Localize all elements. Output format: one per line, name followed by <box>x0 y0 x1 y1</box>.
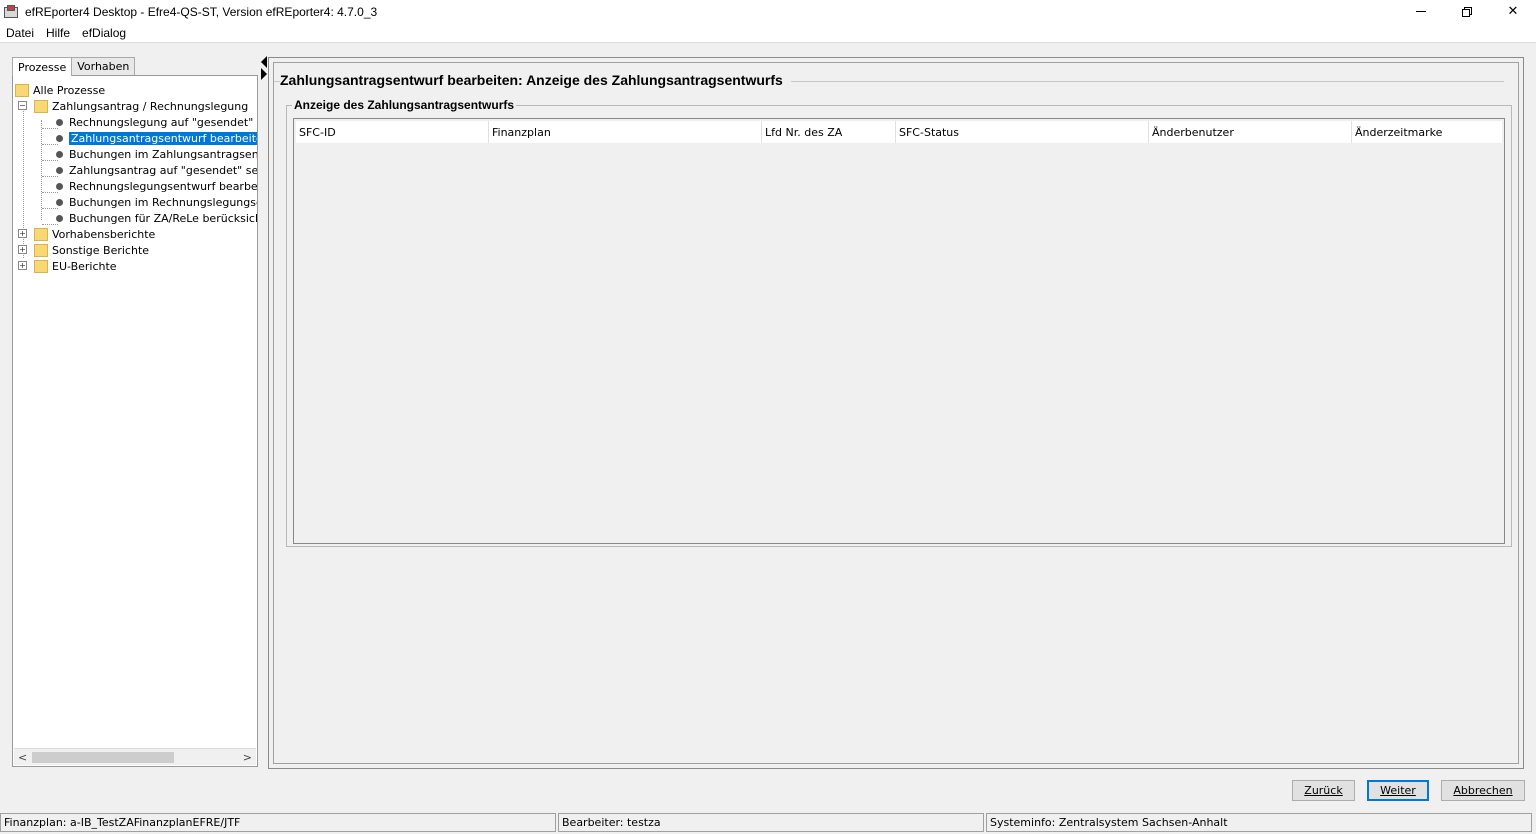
minimize-icon <box>1416 11 1426 12</box>
tree-root[interactable]: Alle Prozesse <box>15 82 105 98</box>
tree-item-label: Vorhabensberichte <box>52 227 156 241</box>
tree-leaf[interactable]: Buchungen im Rechnungslegungsentwu <box>56 194 257 210</box>
tree-item-label: Zahlungsantrag auf "gesendet" setzen <box>69 163 257 177</box>
tree-item-vorhabensberichte[interactable]: Vorhabensberichte <box>34 226 155 242</box>
expand-right-icon[interactable] <box>261 68 267 80</box>
expand-toggle[interactable]: + <box>18 261 27 270</box>
process-tree: Alle Prozesse − Zahlungsantrag / Rechnun… <box>12 75 258 767</box>
tree-leaf[interactable]: Buchungen für ZA/ReLe berücksichtige <box>56 210 257 226</box>
display-group: Anzeige des Zahlungsantragsentwurfs SFC-… <box>286 98 1512 547</box>
back-button[interactable]: Zurück <box>1292 780 1355 801</box>
bullet-icon <box>56 134 63 142</box>
tree-item-label: EU-Berichte <box>52 259 117 273</box>
main-panel: Zahlungsantragsentwurf bearbeiten: Anzei… <box>268 57 1524 769</box>
folder-icon <box>34 99 48 113</box>
sidebar-tabs: Prozesse Vorhaben <box>12 57 136 76</box>
tree-item-label: Rechnungslegung auf "gesendet" setze <box>69 115 257 129</box>
column-header-aenderbenutzer[interactable]: Änderbenutzer <box>1149 121 1352 143</box>
bullet-icon <box>56 166 63 174</box>
minimize-button[interactable] <box>1398 0 1444 23</box>
menu-bar: Datei Hilfe efDialog <box>0 23 1536 43</box>
tree-item-label: Zahlungsantragsentwurf bearbeiten <box>69 131 257 145</box>
status-systeminfo: Systeminfo: Zentralsystem Sachsen-Anhalt <box>986 813 1532 832</box>
window-title: efREporter4 Desktop - Efre4-QS-ST, Versi… <box>25 4 378 19</box>
table-header: SFC-ID Finanzplan Lfd Nr. des ZA SFC-Sta… <box>296 121 1502 143</box>
cancel-button[interactable]: Abbrechen <box>1441 780 1525 801</box>
tree-item-sonstige-berichte[interactable]: Sonstige Berichte <box>34 242 149 258</box>
column-header-aenderzeitmarke[interactable]: Änderzeitmarke <box>1352 121 1502 143</box>
status-finanzplan: Finanzplan: a-IB_TestZAFinanzplanEFRE/JT… <box>0 813 556 832</box>
group-title: Anzeige des Zahlungsantragsentwurfs <box>292 98 517 112</box>
menu-datei[interactable]: Datei <box>6 26 34 40</box>
title-bar: efREporter4 Desktop - Efre4-QS-ST, Versi… <box>0 0 1536 23</box>
close-icon: ✕ <box>1507 4 1519 19</box>
next-button[interactable]: Weiter <box>1367 780 1429 801</box>
expand-toggle[interactable]: + <box>18 245 27 254</box>
bullet-icon <box>56 182 63 190</box>
collapse-toggle[interactable]: − <box>18 101 27 110</box>
tab-vorhaben[interactable]: Vorhaben <box>71 57 136 75</box>
tree-item-zahlungsantrag[interactable]: Zahlungsantrag / Rechnungslegung <box>34 98 248 114</box>
horizontal-scrollbar[interactable]: < > <box>14 748 256 765</box>
folder-icon <box>34 227 48 241</box>
bullet-icon <box>56 198 63 206</box>
menu-hilfe[interactable]: Hilfe <box>46 26 70 40</box>
tree-item-label: Sonstige Berichte <box>52 243 150 257</box>
bullet-icon <box>56 150 63 158</box>
expand-toggle[interactable]: + <box>18 229 27 238</box>
tree-leaf[interactable]: Zahlungsantrag auf "gesendet" setzen <box>56 162 257 178</box>
status-bar: Finanzplan: a-IB_TestZAFinanzplanEFRE/JT… <box>0 813 1536 834</box>
tree-item-label: Buchungen im Zahlungsantragsentwurf <box>69 147 257 161</box>
tab-prozesse[interactable]: Prozesse <box>12 57 73 76</box>
column-header-finanzplan[interactable]: Finanzplan <box>489 121 762 143</box>
column-header-sfc-status[interactable]: SFC-Status <box>896 121 1149 143</box>
scrollbar-thumb[interactable] <box>32 752 174 763</box>
tree-leaf[interactable]: Rechnungslegung auf "gesendet" setze <box>56 114 257 130</box>
process-panel: Prozesse Vorhaben Alle Prozesse − Zahlun… <box>12 57 258 767</box>
tree-item-eu-berichte[interactable]: EU-Berichte <box>34 258 117 274</box>
collapse-left-icon[interactable] <box>261 56 267 68</box>
folder-icon <box>34 259 48 273</box>
tree-item-label: Alle Prozesse <box>33 83 106 97</box>
content-area: Zahlungsantragsentwurf bearbeiten: Anzei… <box>273 62 1519 764</box>
column-header-lfd-nr[interactable]: Lfd Nr. des ZA <box>762 121 896 143</box>
tree-item-label: Rechnungslegungsentwurf bearbeiten <box>69 179 257 193</box>
tree-leaf[interactable]: Buchungen im Zahlungsantragsentwurf <box>56 146 257 162</box>
bullet-icon <box>56 118 63 126</box>
bullet-icon <box>56 214 63 222</box>
page-title: Zahlungsantragsentwurf bearbeiten: Anzei… <box>280 72 791 88</box>
close-button[interactable]: ✕ <box>1490 0 1536 23</box>
tree-item-label: Zahlungsantrag / Rechnungslegung <box>52 99 249 113</box>
column-header-sfc-id[interactable]: SFC-ID <box>296 121 489 143</box>
za-table[interactable]: SFC-ID Finanzplan Lfd Nr. des ZA SFC-Sta… <box>293 118 1505 544</box>
app-icon <box>3 4 19 20</box>
menu-efdialog[interactable]: efDialog <box>82 26 126 40</box>
scroll-right-icon[interactable]: > <box>243 751 252 764</box>
scroll-left-icon[interactable]: < <box>18 751 27 764</box>
tree-leaf-selected[interactable]: Zahlungsantragsentwurf bearbeiten <box>56 130 257 146</box>
tree-item-label: Buchungen im Rechnungslegungsentwu <box>69 195 257 209</box>
tree-item-label: Buchungen für ZA/ReLe berücksichtige <box>69 211 257 225</box>
restore-button[interactable] <box>1444 0 1490 23</box>
folder-icon <box>34 243 48 257</box>
status-bearbeiter: Bearbeiter: testza <box>558 813 984 832</box>
tree-leaf[interactable]: Rechnungslegungsentwurf bearbeiten <box>56 178 257 194</box>
folder-icon <box>15 83 29 97</box>
restore-icon <box>1462 6 1472 17</box>
splitter-handle[interactable] <box>260 56 268 84</box>
